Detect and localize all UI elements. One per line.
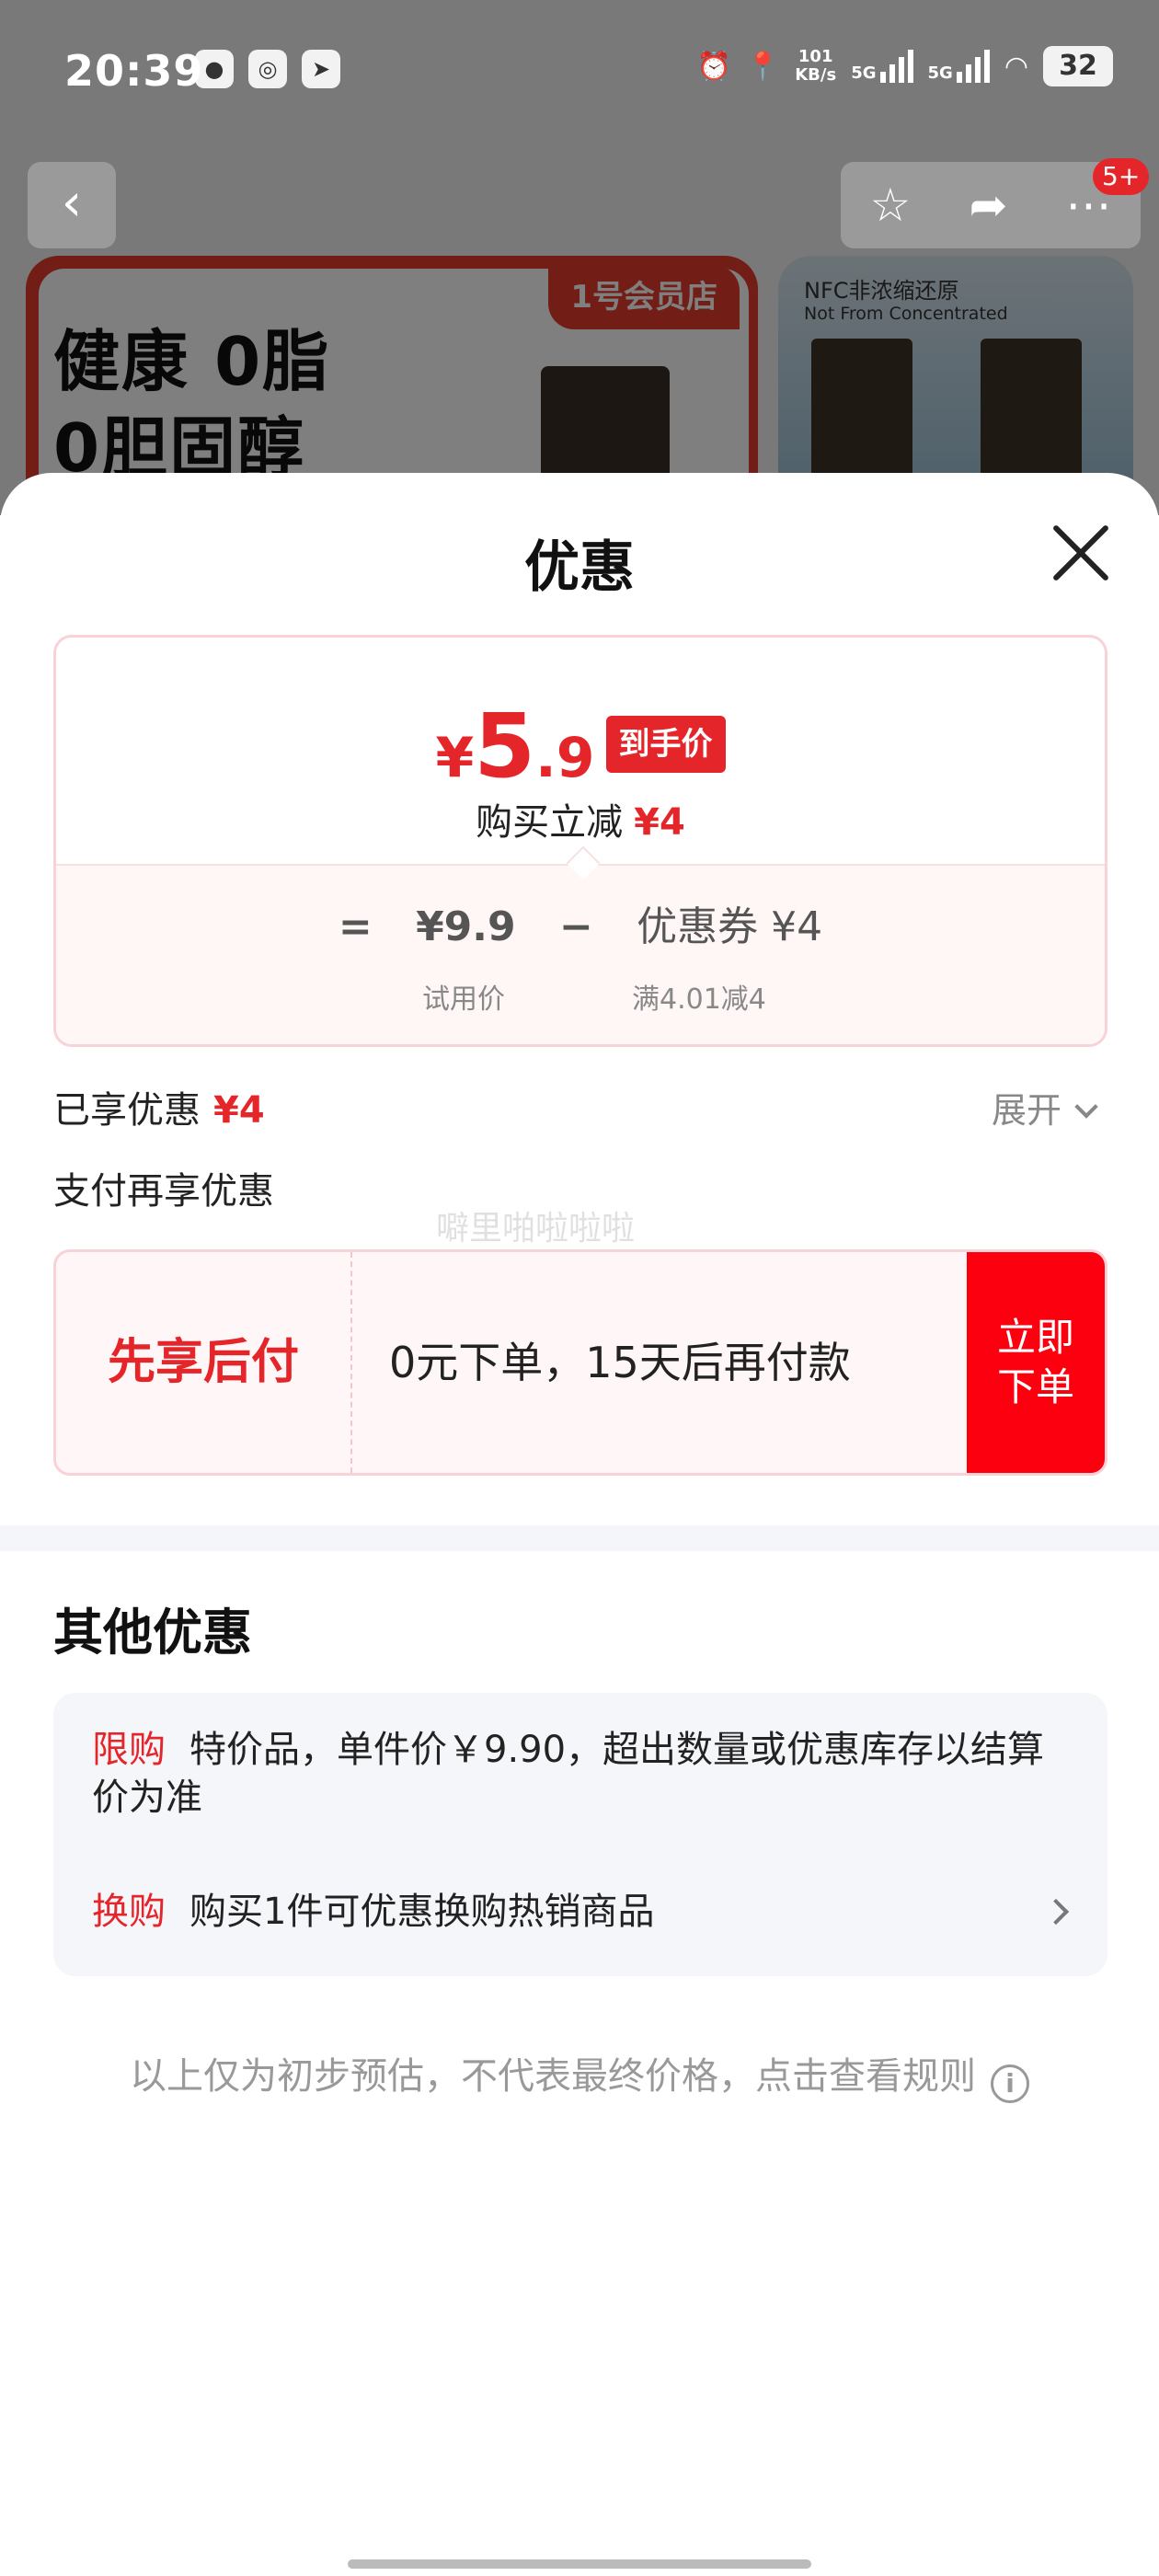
instant-reduction: 购买立减 ¥4 <box>476 801 685 844</box>
price-rules-footnote[interactable]: 以上仅为初步预估，不代表最终价格，点击查看规则 i <box>0 2046 1159 2103</box>
enjoyed-discount: 已享优惠 ¥4 <box>53 1089 265 1132</box>
wifi-icon: ◠ <box>1004 50 1028 83</box>
pay-again-label: 支付再享优惠 <box>53 1170 274 1213</box>
star-icon[interactable]: ☆ <box>870 178 912 232</box>
promotion-text: 购买1件可优惠换购热销商品 <box>189 1891 655 1933</box>
chevron-left-icon: ‹ <box>61 173 83 233</box>
back-button[interactable]: ‹ <box>28 162 116 248</box>
signal-2: 5G <box>928 50 990 83</box>
price-summary: ¥5.9 到手价 购买立减 ¥4 <box>56 638 1105 864</box>
bird-icon: ➤ <box>302 50 340 88</box>
sheet-title: 优惠 <box>524 535 635 600</box>
promotion-trade-in[interactable]: 换购 购买1件可优惠换购热销商品 <box>92 1888 1067 1936</box>
coupon-rule: 满4.01减4 <box>632 983 766 1016</box>
order-now-button[interactable]: 立即下单 <box>967 1252 1105 1473</box>
signal-1: 5G <box>851 50 913 83</box>
price-breakdown: = ¥9.9 − 优惠券 ¥4 试用价 满4.01减4 <box>56 864 1105 1044</box>
battery-icon: 32 <box>1043 46 1113 86</box>
message-badge: 5+ <box>1093 158 1150 195</box>
discount-sheet: 优惠 ¥5.9 到手价 购买立减 ¥4 = ¥9.9 − 优惠券 ¥4 试用价 满4… <box>0 473 1159 2576</box>
chevron-down-icon <box>1074 1095 1098 1119</box>
coupon-amount: 优惠券 ¥4 <box>637 903 823 950</box>
alarm-icon: ⏰ <box>696 50 731 83</box>
net-speed: 101 KB/s <box>795 47 837 85</box>
app-notification-icon: ◎ <box>248 50 287 88</box>
other-discounts-title: 其他优惠 <box>53 1604 252 1662</box>
promotion-tag: 换购 <box>92 1891 166 1933</box>
expand-button[interactable]: 展开 <box>992 1082 1098 1133</box>
promotion-limit-purchase: 限购 特价品，单件价￥9.90，超出数量或优惠库存以结算价为准 <box>92 1726 1049 1822</box>
close-icon[interactable] <box>1049 521 1113 585</box>
notification-icons: ● ◎ ➤ <box>195 50 340 88</box>
price-card: ¥5.9 到手价 购买立减 ¥4 = ¥9.9 − 优惠券 ¥4 试用价 满4.01… <box>53 635 1107 1047</box>
bnpl-title: 先享后付 <box>56 1252 352 1473</box>
price-formula: = ¥9.9 − 优惠券 ¥4 <box>338 903 823 950</box>
buy-now-pay-later-card[interactable]: 先享后付 0元下单，15天后再付款 立即下单 <box>53 1249 1107 1476</box>
info-icon[interactable]: i <box>991 2064 1029 2103</box>
other-discounts-list: 限购 特价品，单件价￥9.90，超出数量或优惠库存以结算价为准 换购 购买1件可优惠… <box>53 1693 1107 1976</box>
watermark: 噼里啪啦啦啦 <box>436 1210 636 1248</box>
signal-bars-icon <box>956 50 990 83</box>
status-right: ⏰ 📍 101 KB/s 5G 5G ◠ 32 <box>696 46 1113 86</box>
trial-price-label: 试用价 <box>422 983 505 1016</box>
trial-price: ¥9.9 <box>416 903 516 950</box>
bnpl-description: 0元下单，15天后再付款 <box>389 1338 851 1387</box>
share-icon[interactable]: ➦ <box>969 178 1007 232</box>
final-price: ¥5.9 到手价 <box>56 695 1105 798</box>
status-time: 20:39 <box>64 46 204 96</box>
wechat-icon: ● <box>195 50 234 88</box>
home-indicator[interactable] <box>348 2559 811 2569</box>
location-icon: 📍 <box>745 50 781 83</box>
final-price-tag: 到手价 <box>605 716 726 773</box>
signal-bars-icon <box>879 50 913 83</box>
status-bar: 20:39 ● ◎ ➤ ⏰ 📍 101 KB/s 5G 5G ◠ 32 <box>0 0 1159 147</box>
promotion-tag: 限购 <box>92 1729 166 1771</box>
section-divider <box>0 1525 1159 1551</box>
promotion-text: 特价品，单件价￥9.90，超出数量或优惠库存以结算价为准 <box>92 1729 1045 1819</box>
